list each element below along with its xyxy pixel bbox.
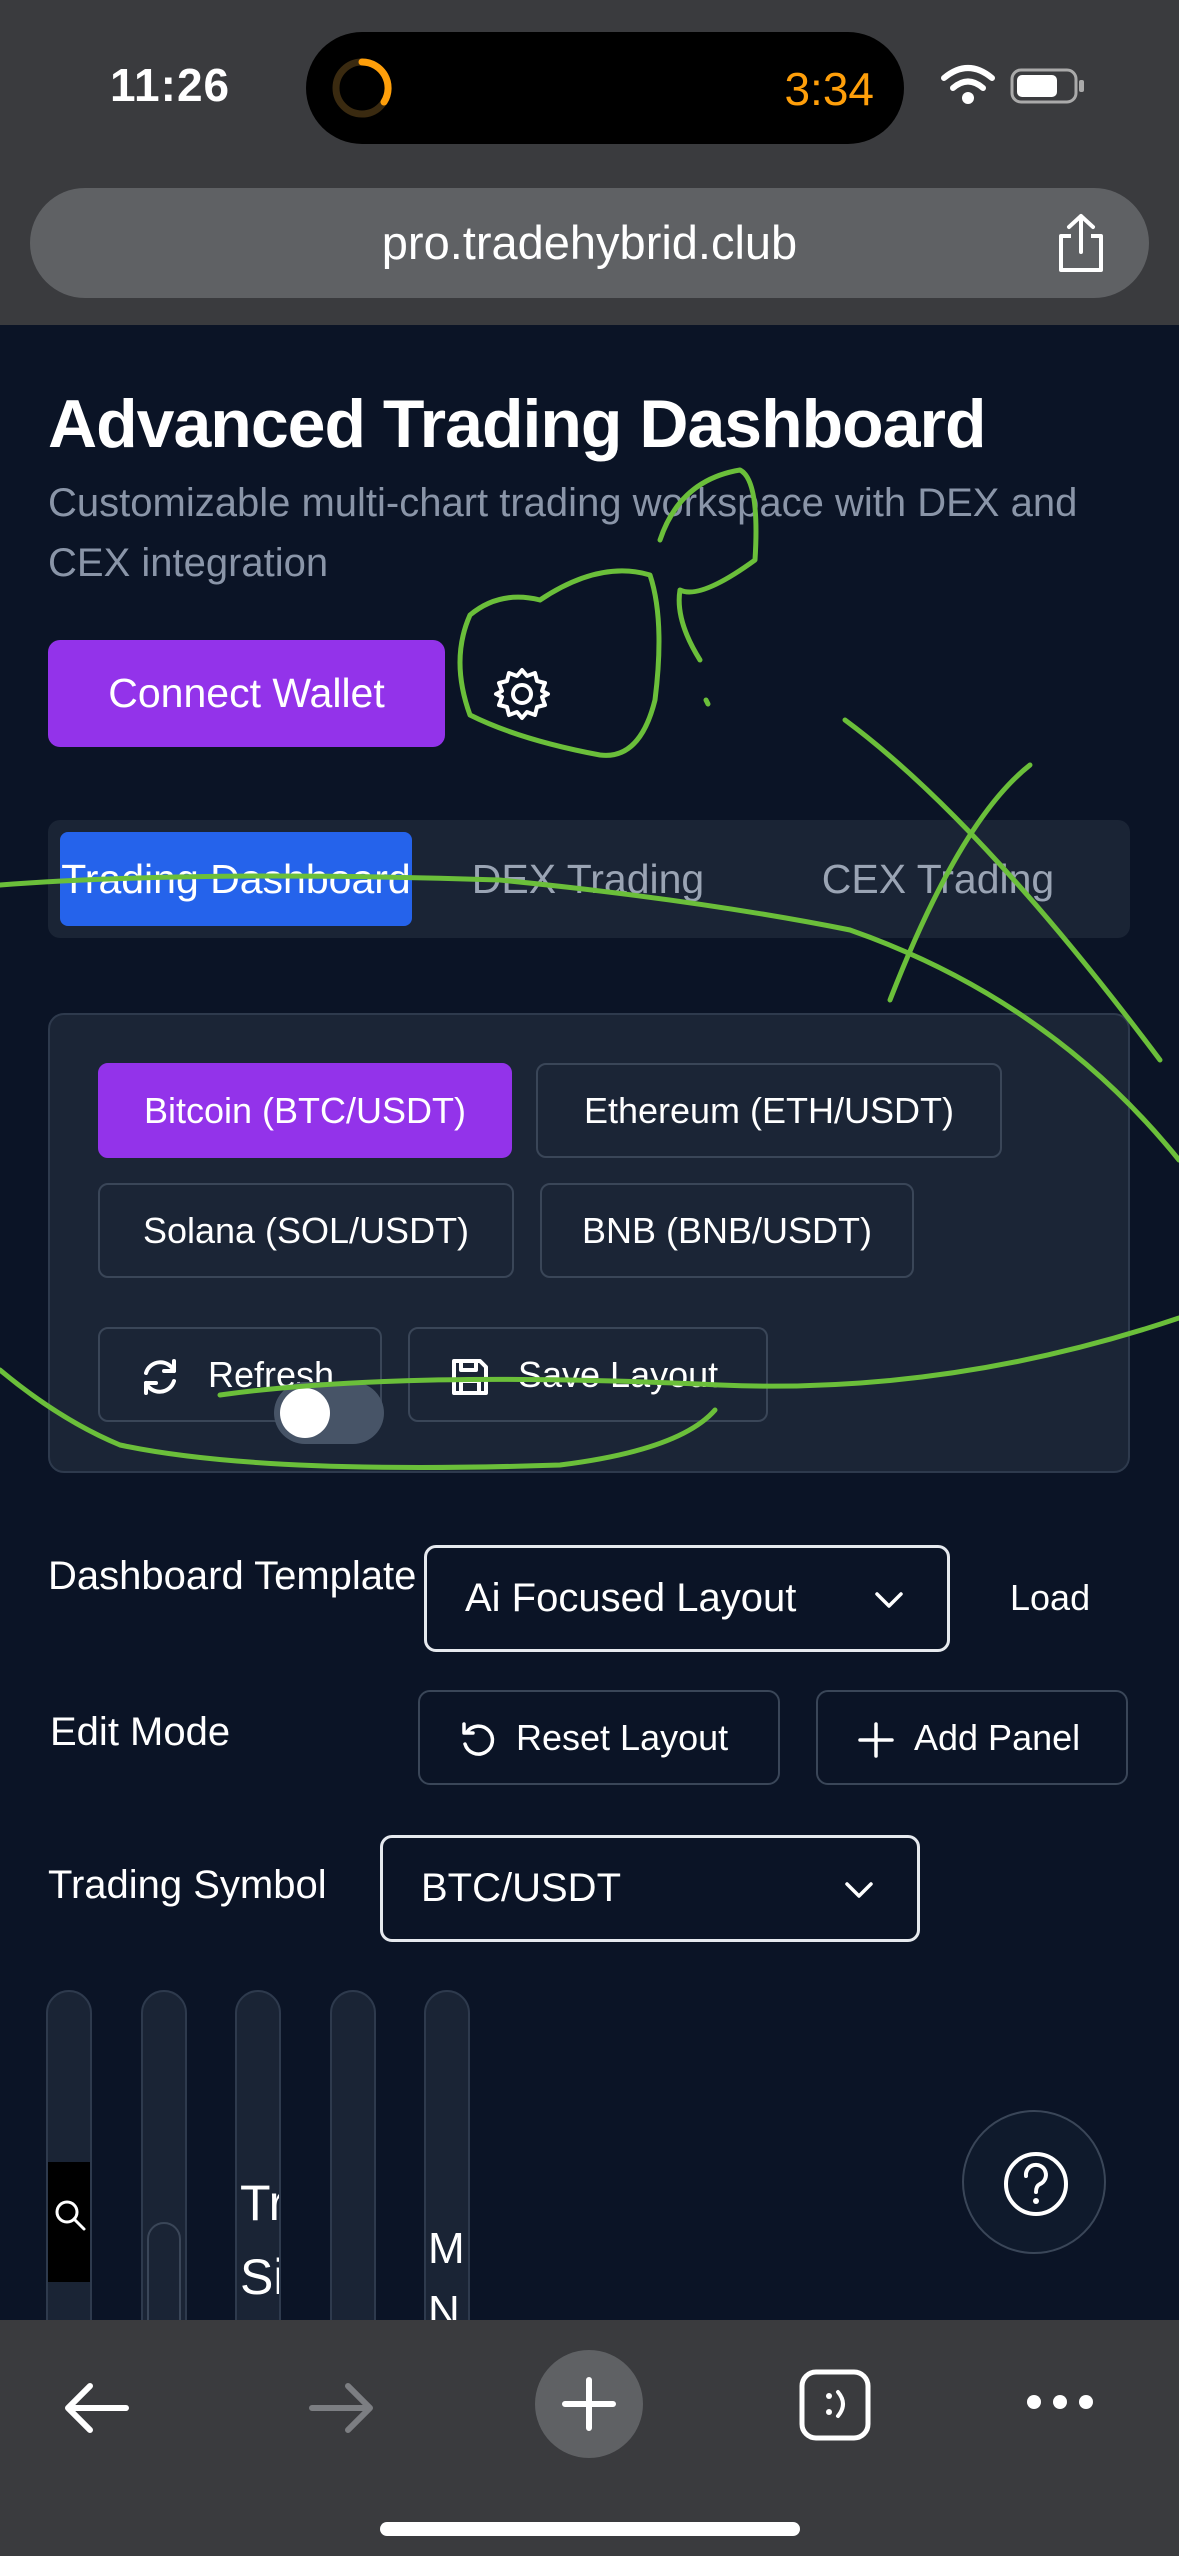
gear-icon[interactable] (493, 665, 551, 723)
add-panel-button[interactable]: Add Panel (816, 1690, 1128, 1785)
template-select[interactable]: Ai Focused Layout (424, 1545, 950, 1652)
reset-layout-button[interactable]: Reset Layout (418, 1690, 780, 1785)
chevron-down-icon (845, 1882, 873, 1898)
connect-wallet-button[interactable]: Connect Wallet (48, 640, 445, 747)
browser-bottom-bar (0, 2320, 1179, 2556)
save-layout-label: Save Layout (518, 1354, 719, 1395)
trading-symbol-label: Trading Symbol (48, 1863, 327, 1907)
market-selector-panel: Bitcoin (BTC/USDT) Ethereum (ETH/USDT) S… (48, 1013, 1130, 1473)
mini-panel-2[interactable] (141, 1990, 187, 2320)
timer-readout: 3:34 (784, 63, 874, 115)
refresh-icon (144, 1359, 176, 1395)
pair-bnb-button[interactable]: BNB (BNB/USDT) (540, 1183, 914, 1278)
wifi-icon (941, 65, 995, 104)
edit-mode-label: Edit Mode (50, 1710, 231, 1754)
reset-layout-label: Reset Layout (516, 1717, 729, 1758)
dynamic-island[interactable]: 3:34 (306, 32, 904, 144)
page-title: Advanced Trading Dashboard (48, 386, 987, 462)
tab-cex-trading[interactable]: CEX Trading (778, 832, 1098, 926)
address-bar[interactable]: pro.tradehybrid.club (30, 188, 1149, 298)
mini-panel-3[interactable]: Tr Si (235, 1990, 281, 2320)
help-icon (1004, 2152, 1068, 2216)
forward-arrow-icon[interactable] (306, 2380, 378, 2436)
page-subtitle: Customizable multi-chart trading workspa… (48, 481, 1078, 585)
edit-mode-toggle[interactable] (274, 1382, 384, 1444)
browser-top-bar: 11:26 3:34 pro.tradehybrid.club (0, 0, 1179, 325)
pair-sol-button[interactable]: Solana (SOL/USDT) (98, 1183, 514, 1278)
mini-panel-text: N (428, 2287, 460, 2320)
panel-scroll-thumb (147, 2222, 181, 2320)
reset-icon (462, 1722, 495, 1756)
save-layout-button[interactable]: Save Layout (408, 1327, 768, 1422)
template-select-value: Ai Focused Layout (465, 1576, 797, 1620)
chevron-down-icon (875, 1592, 903, 1608)
share-icon[interactable] (1051, 212, 1111, 274)
new-tab-button[interactable] (535, 2350, 643, 2458)
timer-ring-icon (332, 58, 392, 118)
url-text: pro.tradehybrid.club (381, 216, 798, 269)
dashboard-tabs: Trading Dashboard DEX Trading CEX Tradin… (48, 820, 1130, 938)
toggle-knob (280, 1388, 330, 1438)
home-indicator[interactable] (380, 2522, 800, 2536)
search-icon[interactable] (52, 2197, 88, 2233)
symbol-select-value: BTC/USDT (421, 1866, 621, 1910)
mini-panel-text: M (428, 2224, 465, 2273)
pair-eth-button[interactable]: Ethereum (ETH/USDT) (536, 1063, 1002, 1158)
pair-btc-button[interactable]: Bitcoin (BTC/USDT) (98, 1063, 512, 1158)
page-content: Advanced Trading Dashboard Customizable … (0, 325, 1179, 2320)
mini-panel-5[interactable]: M N (424, 1990, 470, 2320)
battery-icon (1010, 68, 1084, 104)
tabs-icon[interactable] (798, 2368, 872, 2442)
mini-panel-text: Si (240, 2249, 281, 2305)
mini-panel-4[interactable] (330, 1990, 376, 2320)
load-template-button[interactable]: Load (1010, 1577, 1090, 1619)
status-icons (941, 65, 1084, 104)
plus-icon (562, 2377, 616, 2431)
help-button[interactable] (962, 2110, 1106, 2254)
plus-icon (858, 1722, 894, 1758)
tab-trading-dashboard[interactable]: Trading Dashboard (60, 832, 412, 926)
dashboard-template-label: Dashboard Template (48, 1554, 417, 1598)
more-icon[interactable] (1024, 2390, 1096, 2414)
back-arrow-icon[interactable] (60, 2380, 132, 2436)
tab-dex-trading[interactable]: DEX Trading (428, 832, 748, 926)
add-panel-label: Add Panel (914, 1717, 1081, 1758)
status-time: 11:26 (110, 59, 231, 111)
symbol-select[interactable]: BTC/USDT (380, 1835, 920, 1942)
mini-panel-1[interactable] (46, 1990, 92, 2320)
save-icon (452, 1359, 488, 1395)
mini-panel-text: Tr (240, 2175, 281, 2231)
